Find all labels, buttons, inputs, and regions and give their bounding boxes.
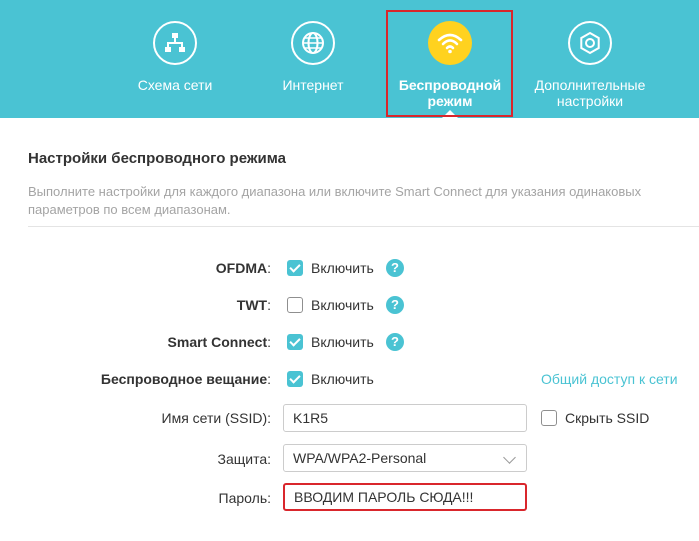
top-nav-bar: Схема сети Интернет Беспроводной режим Д… (0, 0, 699, 118)
ofdma-checkbox[interactable] (287, 260, 303, 276)
broadcast-enable-text: Включить (311, 371, 374, 387)
broadcast-checkbox[interactable] (287, 371, 303, 387)
broadcast-label: Беспроводное вещание: (100, 371, 271, 387)
twt-help-icon[interactable]: ? (386, 296, 404, 314)
security-label: Защита: (217, 451, 271, 467)
nav-label-advanced: Дополнительные настройки (534, 77, 646, 109)
security-select-value: WPA/WPA2-Personal (293, 450, 427, 466)
section-title: Настройки беспроводного режима (28, 150, 286, 167)
hide-ssid-text: Скрыть SSID (565, 410, 650, 426)
section-description: Выполните настройки для каждого диапазон… (28, 184, 642, 217)
ssid-input[interactable]: K1R5 (283, 404, 527, 432)
nav-label-network-map: Схема сети (137, 77, 213, 93)
nav-item-internet[interactable]: Интернет (253, 0, 373, 118)
smart-connect-checkbox[interactable] (287, 334, 303, 350)
password-input[interactable]: ВВОДИМ ПАРОЛЬ СЮДА!!! (283, 483, 527, 511)
twt-enable-text: Включить (311, 297, 374, 313)
smart-connect-label: Smart Connect: (167, 334, 271, 350)
nav-item-network-map[interactable]: Схема сети (115, 0, 235, 118)
security-select[interactable]: WPA/WPA2-Personal (283, 444, 527, 472)
ofdma-label: OFDMA: (215, 260, 271, 276)
hide-ssid-checkbox[interactable] (541, 410, 557, 426)
nav-item-advanced[interactable]: Дополнительные настройки (530, 0, 650, 118)
wireless-tab-highlight (386, 10, 513, 117)
ssid-label: Имя сети (SSID): (161, 410, 272, 426)
section-divider (28, 226, 699, 227)
share-network-link[interactable]: Общий доступ к сети (541, 371, 678, 387)
network-map-icon (153, 21, 197, 65)
smart-connect-enable-text: Включить (311, 334, 374, 350)
globe-icon (291, 21, 335, 65)
ofdma-help-icon[interactable]: ? (386, 259, 404, 277)
smart-connect-help-icon[interactable]: ? (386, 333, 404, 351)
password-label: Пароль: (218, 490, 271, 506)
chevron-down-icon (503, 451, 516, 464)
twt-checkbox[interactable] (287, 297, 303, 313)
gear-icon (568, 21, 612, 65)
nav-label-internet: Интернет (282, 77, 344, 93)
twt-label: TWT: (236, 297, 271, 313)
ofdma-enable-text: Включить (311, 260, 374, 276)
